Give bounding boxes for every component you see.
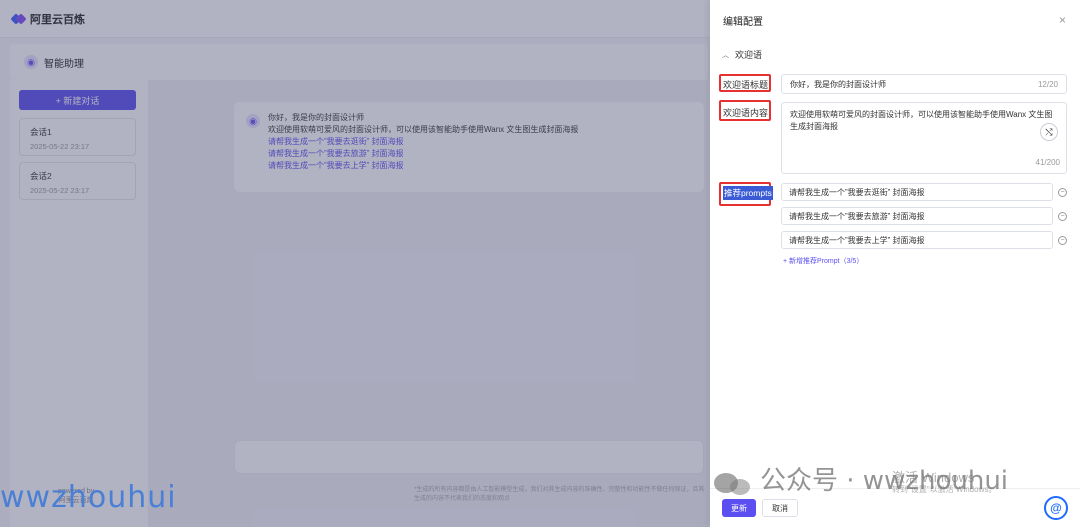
close-icon[interactable]: × — [1059, 13, 1066, 27]
prompts-label: 推荐prompts — [723, 186, 773, 200]
add-prompt-button[interactable]: + 新增推荐Prompt（3/5） — [783, 256, 863, 266]
welcome-title-counter: 12/20 — [1037, 79, 1058, 89]
remove-prompt-icon[interactable]: − — [1058, 212, 1067, 221]
welcome-content-label: 欢迎语内容 — [723, 108, 769, 118]
ai-rewrite-icon[interactable]: ⤭ — [1040, 123, 1058, 141]
prompt-input[interactable]: 请帮我生成一个”我要去旅游” 封面海报 — [781, 207, 1053, 225]
prompt-input[interactable]: 请帮我生成一个”我要去上学” 封面海报 — [781, 231, 1053, 249]
welcome-content-value: 欢迎使用软萌可爱风的封面设计师，可以使用该智能助手使用Wanx 文生图生成封面海… — [790, 110, 1053, 131]
chevron-up-icon: ︿ — [722, 51, 729, 59]
welcome-title-input[interactable]: 你好，我是你的封面设计师 12/20 — [781, 74, 1067, 94]
prompt-input[interactable]: 请帮我生成一个”我要去逛街” 封面海报 — [781, 183, 1053, 201]
remove-prompt-icon[interactable]: − — [1058, 236, 1067, 245]
modal-overlay[interactable] — [0, 0, 710, 527]
cancel-button[interactable]: 取消 — [762, 499, 798, 517]
welcome-title-value: 你好，我是你的封面设计师 — [790, 79, 886, 89]
remove-prompt-icon[interactable]: − — [1058, 188, 1067, 197]
welcome-section-toggle[interactable]: ︿ 欢迎语 — [722, 48, 762, 61]
help-assistant-icon[interactable]: @ — [1044, 496, 1068, 520]
update-button[interactable]: 更新 — [722, 499, 756, 517]
prompt-value: 请帮我生成一个”我要去上学” 封面海报 — [789, 235, 925, 245]
welcome-content-counter: 41/200 — [1035, 158, 1060, 167]
welcome-content-textarea[interactable]: 欢迎使用软萌可爱风的封面设计师，可以使用该智能助手使用Wanx 文生图生成封面海… — [781, 102, 1067, 174]
prompt-value: 请帮我生成一个”我要去旅游” 封面海报 — [789, 211, 925, 221]
section-label: 欢迎语 — [735, 50, 763, 60]
wechat-logo-icon — [714, 473, 750, 495]
edit-config-drawer: 编辑配置 × ︿ 欢迎语 欢迎语标题 你好，我是你的封面设计师 12/20 欢迎… — [710, 0, 1080, 527]
watermark-left: wwzhouhui — [0, 480, 177, 515]
drawer-title: 编辑配置 — [723, 16, 763, 28]
welcome-title-label: 欢迎语标题 — [723, 80, 769, 90]
activate-windows-subtext: 转到"设置"以激活 Windows。 — [892, 485, 997, 494]
app-main: 阿里云百炼 ◉ 智能助理 + 新建对话 会话1 2025-05-22 23:17… — [0, 0, 710, 527]
prompt-value: 请帮我生成一个”我要去逛街” 封面海报 — [789, 187, 925, 197]
drawer-header: 编辑配置 × — [710, 0, 1080, 40]
